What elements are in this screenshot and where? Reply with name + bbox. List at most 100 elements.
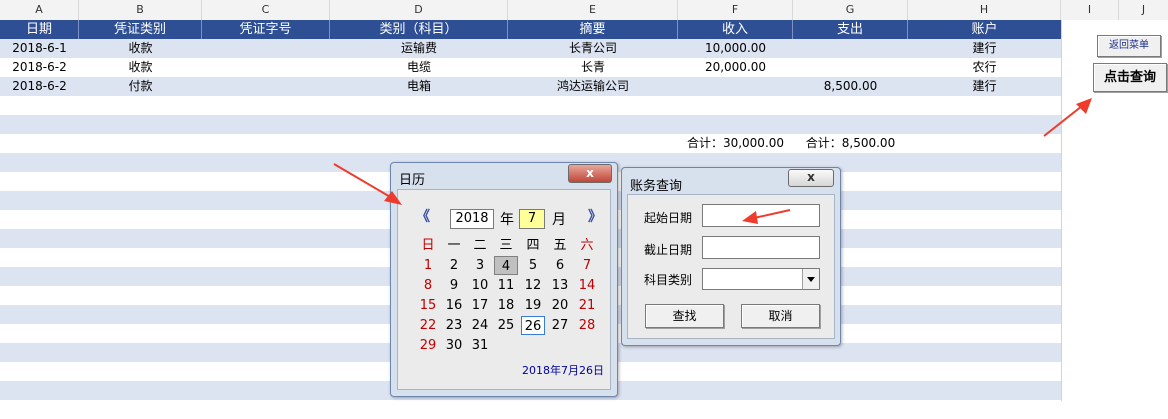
cell-income[interactable] <box>678 77 793 96</box>
calendar-day[interactable]: 9 <box>442 276 466 295</box>
calendar-day[interactable]: 24 <box>468 316 492 335</box>
calendar-day[interactable]: 29 <box>416 336 440 355</box>
header-summary[interactable]: 摘要 <box>508 20 678 39</box>
calendar-day[interactable]: 16 <box>442 296 466 315</box>
category-select[interactable] <box>702 268 820 290</box>
next-month-icon[interactable]: 》 <box>588 206 602 226</box>
start-date-label: 起始日期 <box>644 211 693 225</box>
calendar-day[interactable]: 8 <box>416 276 440 295</box>
column-header-a[interactable]: A <box>0 0 79 20</box>
column-header-j[interactable]: J <box>1119 0 1168 20</box>
cell-category[interactable]: 电箱 <box>330 77 508 96</box>
header-voucher-number[interactable]: 凭证字号 <box>202 20 330 39</box>
calendar-day[interactable]: 12 <box>521 276 545 295</box>
calendar-day[interactable]: 31 <box>468 336 492 355</box>
calendar-day-today[interactable]: 4 <box>494 256 518 275</box>
click-query-button[interactable]: 点击查询 <box>1093 63 1167 92</box>
return-menu-button[interactable]: 返回菜单 <box>1097 35 1161 57</box>
header-date[interactable]: 日期 <box>0 20 79 39</box>
calendar-day[interactable]: 20 <box>548 296 572 315</box>
calendar-day[interactable]: 3 <box>468 256 492 275</box>
cell-income[interactable]: 20,000.00 <box>678 58 793 77</box>
calendar-day[interactable]: 15 <box>416 296 440 315</box>
calendar-day-selected[interactable]: 26 <box>521 316 545 335</box>
column-header-d[interactable]: D <box>330 0 508 20</box>
calendar-day[interactable]: 6 <box>548 256 572 275</box>
year-field[interactable]: 2018 <box>450 209 494 229</box>
find-button[interactable]: 查找 <box>645 304 724 328</box>
cell-expense[interactable] <box>793 39 908 58</box>
column-header-c[interactable]: C <box>202 0 330 20</box>
cancel-button[interactable]: 取消 <box>741 304 820 328</box>
weekday-thu: 四 <box>526 238 540 253</box>
table-row <box>0 115 1061 134</box>
cell-account[interactable]: 农行 <box>908 58 1061 77</box>
header-category[interactable]: 类别（科目） <box>330 20 508 39</box>
calendar-day[interactable]: 5 <box>521 256 545 275</box>
cell-voucher-type[interactable]: 收款 <box>79 58 202 77</box>
cell-summary[interactable]: 长青 <box>508 58 678 77</box>
calendar-day[interactable]: 7 <box>575 256 599 275</box>
calendar-day[interactable]: 2 <box>442 256 466 275</box>
table-header-row: 日期 凭证类别 凭证字号 类别（科目） 摘要 收入 支出 账户 <box>0 20 1061 39</box>
calendar-day[interactable]: 17 <box>468 296 492 315</box>
cell-expense[interactable]: 8,500.00 <box>793 77 908 96</box>
header-voucher-type[interactable]: 凭证类别 <box>79 20 202 39</box>
cell-summary[interactable]: 鸿达运输公司 <box>508 77 678 96</box>
total-income-cell[interactable]: 合计：30,000.00 <box>678 134 793 153</box>
table-row <box>0 400 1061 419</box>
cell-account[interactable]: 建行 <box>908 39 1061 58</box>
month-field[interactable]: 7 <box>519 209 545 229</box>
calendar-day[interactable]: 21 <box>575 296 599 315</box>
column-header-b[interactable]: B <box>79 0 202 20</box>
cell-category[interactable]: 电缆 <box>330 58 508 77</box>
calendar-close-button[interactable]: x <box>568 164 612 183</box>
cell-date[interactable]: 2018-6-1 <box>0 39 79 58</box>
query-close-button[interactable]: x <box>788 169 834 187</box>
column-header-e[interactable]: E <box>508 0 678 20</box>
category-dropdown-button[interactable] <box>802 269 819 289</box>
calendar-day[interactable]: 25 <box>494 316 518 335</box>
calendar-day[interactable]: 22 <box>416 316 440 335</box>
cell-category[interactable]: 运输费 <box>330 39 508 58</box>
end-date-input[interactable] <box>702 236 820 259</box>
selected-date-label: 2018年7月26日 <box>522 364 604 377</box>
calendar-day[interactable]: 11 <box>494 276 518 295</box>
weekday-mon: 一 <box>447 238 461 253</box>
calendar-day[interactable]: 23 <box>442 316 466 335</box>
cell-voucher-type[interactable]: 付款 <box>79 77 202 96</box>
calendar-day[interactable]: 27 <box>548 316 572 335</box>
prev-month-icon[interactable]: 《 <box>416 206 430 226</box>
column-header-i[interactable]: I <box>1061 0 1119 20</box>
cell-date[interactable]: 2018-6-2 <box>0 77 79 96</box>
header-expense[interactable]: 支出 <box>793 20 908 39</box>
header-account[interactable]: 账户 <box>908 20 1061 39</box>
cell-voucher-type[interactable]: 收款 <box>79 39 202 58</box>
calendar-day[interactable]: 28 <box>575 316 599 335</box>
cell-expense[interactable] <box>793 58 908 77</box>
category-label: 科目类别 <box>644 273 693 287</box>
column-header-f[interactable]: F <box>678 0 793 20</box>
cell-income[interactable]: 10,000.00 <box>678 39 793 58</box>
calendar-day[interactable]: 1 <box>416 256 440 275</box>
close-icon: x <box>586 166 594 180</box>
cell-voucher-number[interactable] <box>202 77 330 96</box>
cell-voucher-number[interactable] <box>202 39 330 58</box>
total-expense-cell[interactable]: 合计：8,500.00 <box>793 134 908 153</box>
calendar-day[interactable]: 19 <box>521 296 545 315</box>
calendar-day[interactable]: 18 <box>494 296 518 315</box>
column-header-h[interactable]: H <box>908 0 1061 20</box>
cell-date[interactable]: 2018-6-2 <box>0 58 79 77</box>
calendar-day[interactable]: 30 <box>442 336 466 355</box>
header-income[interactable]: 收入 <box>678 20 793 39</box>
start-date-input[interactable] <box>702 204 820 227</box>
calendar-day[interactable]: 14 <box>575 276 599 295</box>
cell-account[interactable]: 建行 <box>908 77 1061 96</box>
column-header-g[interactable]: G <box>793 0 908 20</box>
cell-voucher-number[interactable] <box>202 58 330 77</box>
calendar-day[interactable]: 13 <box>548 276 572 295</box>
weekday-sun: 日 <box>421 238 435 253</box>
calendar-dialog: 日历 x 《 2018 年 7 月 》 日 一 二 三 四 五 六 1 2 3 … <box>390 162 618 397</box>
calendar-day[interactable]: 10 <box>468 276 492 295</box>
cell-summary[interactable]: 长青公司 <box>508 39 678 58</box>
